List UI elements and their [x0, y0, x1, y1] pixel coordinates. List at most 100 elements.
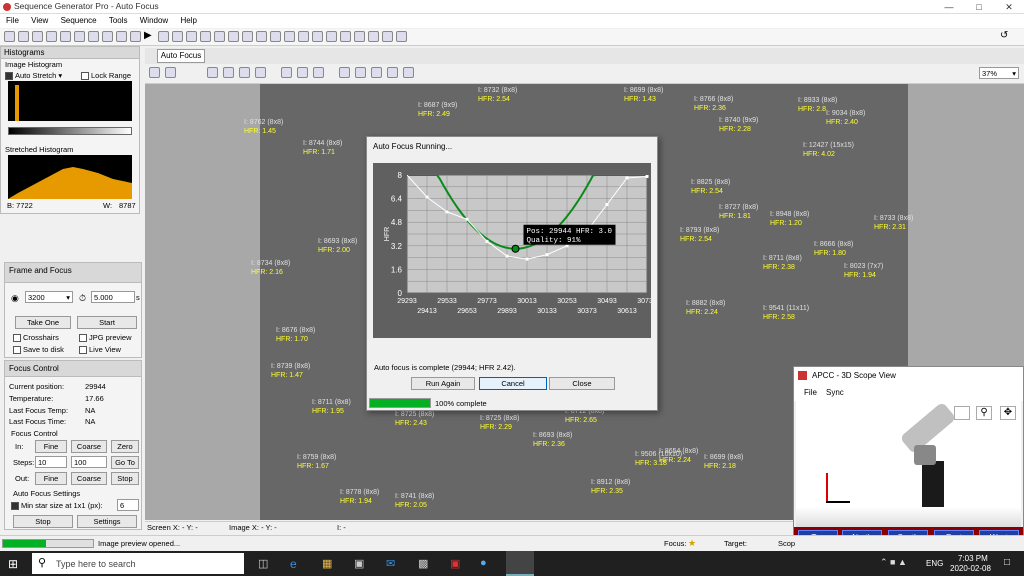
target-icon[interactable]	[371, 67, 382, 78]
close-button[interactable]: Close	[549, 377, 615, 390]
close-icon[interactable]: ✕	[994, 0, 1024, 14]
run-again-button[interactable]: Run Again	[411, 377, 475, 390]
in-fine-button[interactable]: Fine	[35, 440, 67, 453]
maximize-icon[interactable]: □	[964, 0, 994, 14]
rotate-left-icon[interactable]	[281, 67, 292, 78]
zoom-fit-icon[interactable]	[239, 67, 250, 78]
tool-icon[interactable]	[368, 31, 379, 42]
forward-icon[interactable]	[165, 67, 176, 78]
in-coarse-button[interactable]: Coarse	[71, 440, 107, 453]
take-one-button[interactable]: Take One	[15, 316, 71, 329]
tab-auto-focus[interactable]: Auto Focus	[157, 49, 205, 63]
out-fine-button[interactable]: Fine	[35, 472, 67, 485]
scope-3d-view[interactable]: ⚲ ✥	[796, 401, 1021, 527]
tool-icon[interactable]	[312, 31, 323, 42]
min-star-check[interactable]: Min star size at 1x1 (px):	[11, 501, 103, 511]
play-icon[interactable]: ▶	[144, 31, 155, 42]
tool-icon[interactable]	[382, 31, 393, 42]
tool-icon[interactable]	[298, 31, 309, 42]
tool-icon[interactable]	[116, 31, 127, 42]
mail-icon[interactable]: ✉	[386, 557, 395, 570]
min-star-input[interactable]: 6	[117, 499, 139, 511]
language-indicator[interactable]: ENG	[926, 559, 943, 568]
stop-focus-button[interactable]: Stop	[111, 472, 139, 485]
menu-tools[interactable]: Tools	[103, 14, 132, 25]
zoom-full-icon[interactable]	[255, 67, 266, 78]
coarse-steps-input[interactable]: 100	[71, 456, 107, 468]
tool-icon[interactable]	[403, 67, 414, 78]
edge-icon[interactable]: e	[290, 557, 297, 571]
back-icon[interactable]: ↺	[1000, 30, 1008, 41]
app-icon[interactable]: ▩	[418, 557, 428, 570]
tool-icon[interactable]	[340, 31, 351, 42]
clock-date[interactable]: 2020-02-08	[950, 564, 991, 573]
tool-icon[interactable]	[256, 31, 267, 42]
live-view-check[interactable]: Live View	[79, 345, 121, 355]
refresh-icon[interactable]	[313, 67, 324, 78]
taskbar-search[interactable]: ⚲ Type here to search	[32, 553, 244, 574]
clock-time[interactable]: 7:03 PM	[958, 554, 988, 563]
menu-view[interactable]: View	[25, 14, 52, 25]
new-icon[interactable]	[4, 31, 15, 42]
lock-range-check[interactable]: Lock Range	[81, 71, 131, 81]
tool-icon[interactable]	[326, 31, 337, 42]
tool-icon[interactable]	[88, 31, 99, 42]
out-coarse-button[interactable]: Coarse	[71, 472, 107, 485]
tool-icon[interactable]	[284, 31, 295, 42]
crosshairs-check[interactable]: Crosshairs	[13, 333, 59, 343]
file-explorer-icon[interactable]: ▦	[322, 557, 332, 570]
fine-steps-input[interactable]: 10	[35, 456, 67, 468]
tool-icon[interactable]	[354, 31, 365, 42]
goto-button[interactable]: Go To	[111, 456, 139, 469]
tool-icon[interactable]	[339, 67, 350, 78]
tool-icon[interactable]	[102, 31, 113, 42]
cancel-button[interactable]: Cancel	[479, 377, 547, 390]
scope-menu-sync[interactable]: Sync	[826, 388, 844, 397]
tool-icon[interactable]	[228, 31, 239, 42]
tool-icon[interactable]	[158, 31, 169, 42]
contrast-icon[interactable]	[355, 67, 366, 78]
sgp-taskbar-button[interactable]	[506, 551, 534, 576]
tool-icon[interactable]	[172, 31, 183, 42]
magnifier-icon[interactable]: ⚲	[976, 406, 992, 420]
af-settings-button[interactable]: Settings	[77, 515, 137, 528]
tool-icon[interactable]	[46, 31, 57, 42]
tool-icon[interactable]	[130, 31, 141, 42]
menu-file[interactable]: File	[0, 14, 23, 25]
minimize-icon[interactable]: —	[934, 0, 964, 14]
notification-icon[interactable]: □	[1004, 557, 1010, 568]
zero-button[interactable]: Zero	[111, 440, 139, 453]
tool-icon[interactable]	[74, 31, 85, 42]
tool-icon[interactable]	[60, 31, 71, 42]
save-icon[interactable]	[32, 31, 43, 42]
open-icon[interactable]	[18, 31, 29, 42]
globe-icon[interactable]: ●	[480, 557, 487, 569]
auto-stretch-check[interactable]: Auto Stretch ▾	[5, 71, 62, 81]
back-icon[interactable]	[149, 67, 160, 78]
app-icon[interactable]: ▣	[450, 557, 460, 570]
store-icon[interactable]: ▣	[354, 557, 364, 570]
start-button[interactable]: Start	[77, 316, 137, 329]
tool-icon[interactable]	[214, 31, 225, 42]
menu-window[interactable]: Window	[134, 14, 172, 25]
star-icon[interactable]	[387, 67, 398, 78]
menu-sequence[interactable]: Sequence	[55, 14, 101, 25]
windows-start-icon[interactable]: ⊞	[8, 557, 22, 571]
zoom-out-icon[interactable]	[223, 67, 234, 78]
tool-icon[interactable]	[200, 31, 211, 42]
task-view-icon[interactable]: ◫	[258, 557, 268, 570]
zoom-box-icon[interactable]	[954, 406, 970, 420]
stretch-slider[interactable]	[8, 127, 132, 135]
tray-icons[interactable]: ⌃ ■ ▲	[880, 557, 907, 568]
move-icon[interactable]: ✥	[1000, 406, 1016, 420]
tool-icon[interactable]	[396, 31, 407, 42]
scope-menu-file[interactable]: File	[804, 388, 817, 397]
zoom-in-icon[interactable]	[207, 67, 218, 78]
tool-icon[interactable]	[270, 31, 281, 42]
jpg-preview-check[interactable]: JPG preview	[79, 333, 132, 343]
binning-select[interactable]: 3200 ▾	[25, 291, 73, 303]
rotate-right-icon[interactable]	[297, 67, 308, 78]
tool-icon[interactable]	[242, 31, 253, 42]
save-disk-check[interactable]: Save to disk	[13, 345, 64, 355]
tool-icon[interactable]	[186, 31, 197, 42]
